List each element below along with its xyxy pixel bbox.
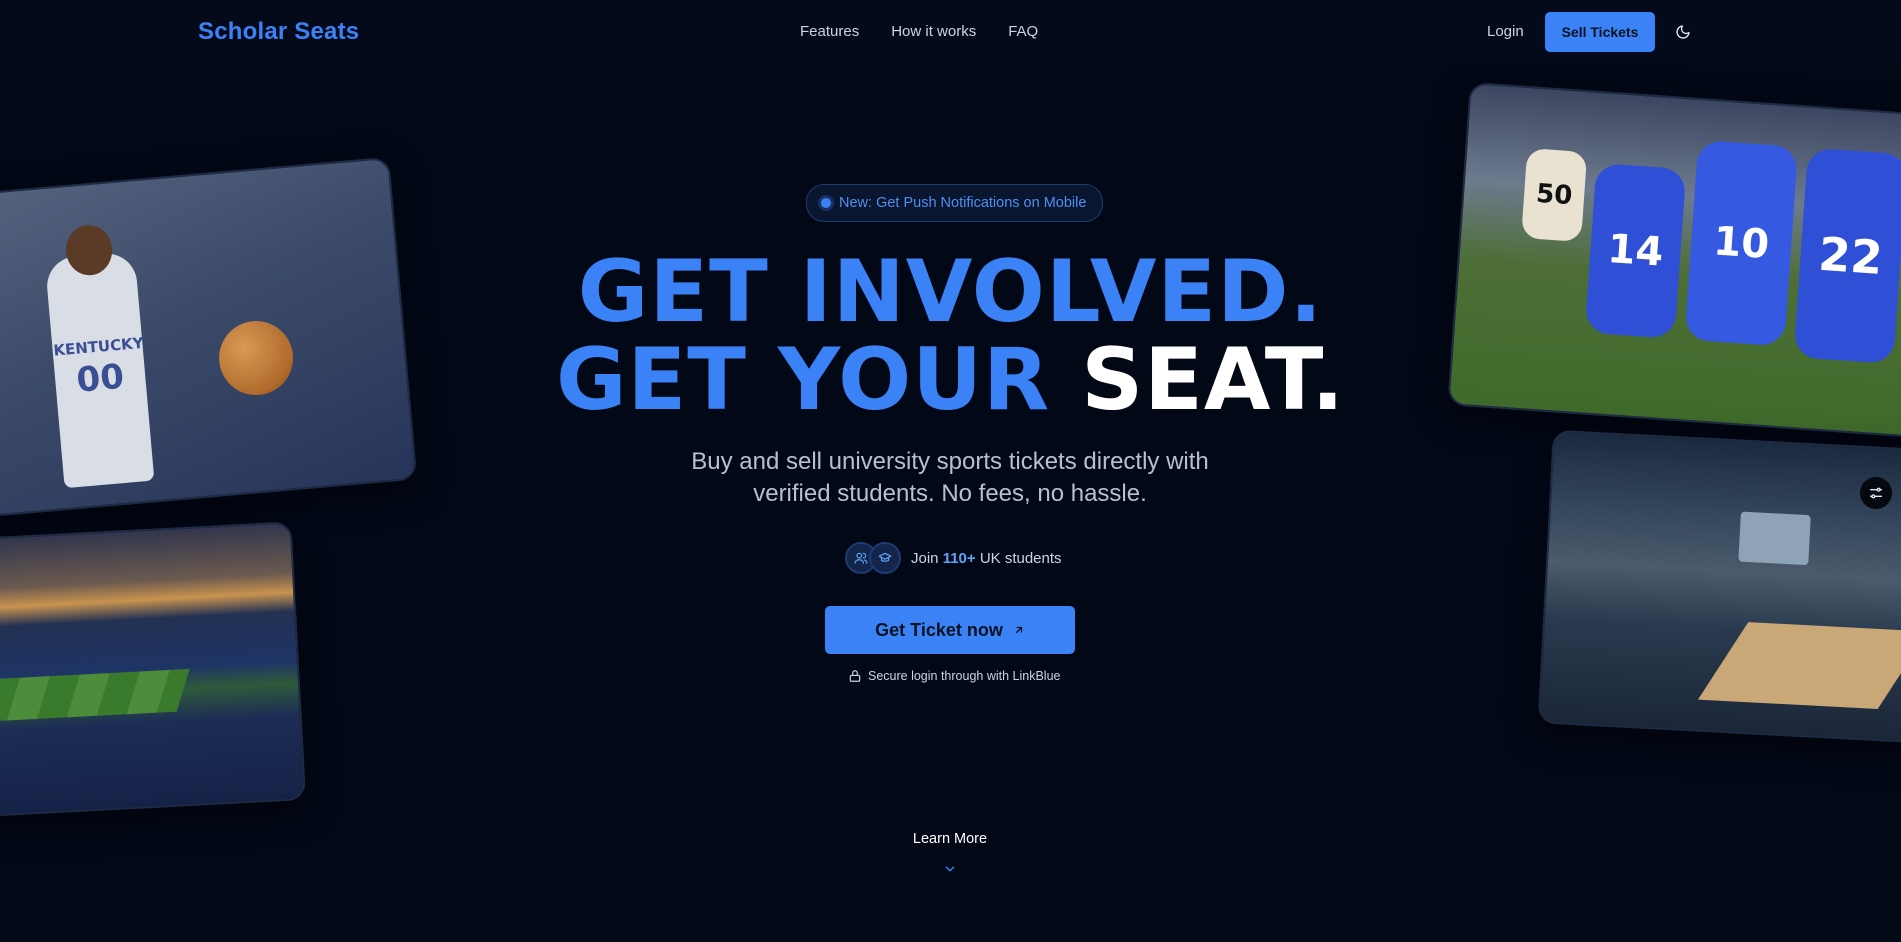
student-count: 110+ bbox=[942, 549, 976, 567]
headline-line-1: GET INVOLVED. bbox=[577, 242, 1324, 342]
nav-link-how-it-works[interactable]: How it works bbox=[891, 23, 976, 40]
social-prefix: Join bbox=[911, 549, 943, 567]
hero-headline: GET INVOLVED. GET YOUR SEAT. bbox=[0, 248, 1901, 424]
arrow-up-right-icon bbox=[1015, 626, 1022, 634]
football-field bbox=[0, 668, 190, 723]
nav-link-faq[interactable]: FAQ bbox=[1008, 23, 1038, 40]
lock-icon bbox=[849, 670, 861, 682]
announcement-badge[interactable]: New: Get Push Notifications on Mobile bbox=[806, 184, 1104, 222]
graduation-cap-icon bbox=[869, 542, 901, 574]
badge-dot-icon bbox=[821, 198, 831, 208]
avatar-group bbox=[845, 542, 901, 574]
badge-text: New: Get Push Notifications on Mobile bbox=[839, 195, 1087, 211]
secure-login-note: Secure login through with LinkBlue bbox=[848, 669, 1060, 683]
brand-logo[interactable]: Scholar Seats bbox=[198, 18, 359, 46]
chevron-down-icon[interactable] bbox=[943, 862, 957, 876]
nav-links: Features How it works FAQ bbox=[800, 23, 1038, 40]
headline-line-2: GET YOUR SEAT. bbox=[0, 336, 1901, 424]
moon-icon bbox=[1676, 25, 1690, 39]
sliders-icon bbox=[1870, 487, 1882, 499]
login-link[interactable]: Login bbox=[1487, 23, 1524, 40]
page: Scholar Seats Features How it works FAQ … bbox=[0, 0, 1901, 942]
hero-subtitle: Buy and sell university sports tickets d… bbox=[691, 448, 1209, 507]
scoreboard bbox=[1738, 511, 1811, 566]
top-nav: Scholar Seats Features How it works FAQ … bbox=[0, 0, 1901, 64]
sell-tickets-button[interactable]: Sell Tickets bbox=[1545, 12, 1655, 52]
social-proof: Join 110+ UK students bbox=[845, 542, 1062, 574]
get-ticket-label: Get Ticket now bbox=[875, 619, 1003, 640]
arena-photo bbox=[1537, 429, 1901, 745]
headline-line-2-white: SEAT. bbox=[1081, 330, 1346, 430]
stadium-photo bbox=[0, 521, 307, 818]
secure-login-text: Secure login through with LinkBlue bbox=[868, 669, 1061, 683]
nav-link-features[interactable]: Features bbox=[800, 23, 859, 40]
theme-toggle-button[interactable] bbox=[1672, 21, 1694, 43]
headline-line-2-blue: GET YOUR bbox=[555, 330, 1082, 430]
get-ticket-button[interactable]: Get Ticket now bbox=[825, 606, 1075, 654]
opponent-jersey: 50 bbox=[1521, 148, 1588, 243]
settings-fab-button[interactable] bbox=[1860, 477, 1892, 509]
social-suffix: UK students bbox=[975, 549, 1062, 567]
basketball-court bbox=[1697, 622, 1901, 710]
learn-more-link[interactable]: Learn More bbox=[900, 831, 1000, 847]
social-text: Join 110+ UK students bbox=[911, 550, 1062, 567]
